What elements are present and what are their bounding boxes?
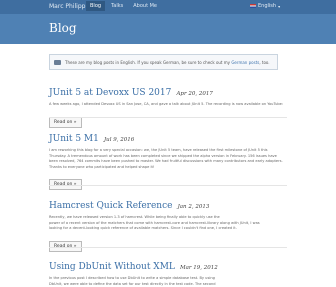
german-posts-link[interactable]: German posts (231, 60, 259, 65)
read-more-button[interactable]: Read on » (49, 240, 82, 252)
chevron-down-icon: ▾ (278, 3, 281, 9)
post-date: Mar 19, 2012 (179, 265, 218, 271)
post-date: Apr 20, 2017 (176, 91, 213, 97)
post-excerpt: I am reworking this blog for a very spec… (49, 148, 283, 169)
flag-icon (54, 59, 61, 65)
language-notice: These are my blog posts in English. If y… (49, 54, 278, 70)
divider (49, 185, 287, 186)
language-label: English (258, 3, 277, 9)
site-brand-link[interactable]: Marc Philipp (49, 3, 85, 10)
nav-item-blog[interactable]: Blog (86, 1, 106, 11)
post-excerpt: A few weeks ago, I attended Devoxx US in… (49, 102, 284, 106)
page-title: Blog (49, 21, 77, 35)
nav-item-talks[interactable]: Talks (107, 1, 127, 11)
notice-text: These are my blog posts in English. If y… (65, 59, 270, 65)
post-title-link[interactable]: JUnit 5 M1 (49, 134, 99, 144)
post-entry: Hamcrest Quick Reference Jan 2, 2013 Rec… (49, 193, 287, 252)
post-excerpt: Recently, we have released version 1.3 o… (49, 215, 260, 230)
post-title-link[interactable]: JUnit 5 at Devoxx US 2017 (49, 88, 171, 98)
post-entry: JUnit 5 at Devoxx US 2017 Apr 20, 2017 A… (49, 80, 287, 128)
post-entry: JUnit 5 M1 Jul 9, 2016 I am reworking th… (49, 126, 287, 190)
divider (49, 117, 287, 118)
flag-icon (250, 4, 256, 8)
post-date: Jan 2, 2013 (177, 204, 210, 210)
divider (49, 247, 287, 248)
main-nav: Blog Talks About Me (86, 1, 161, 11)
top-navigation-bar: Marc Philipp Blog Talks About Me English… (0, 0, 336, 14)
post-entry: Using DbUnit Without XML Mar 19, 2012 In… (49, 254, 287, 287)
post-title-link[interactable]: Hamcrest Quick Reference (49, 201, 172, 211)
language-selector[interactable]: English ▾ (250, 3, 280, 9)
post-date: Jul 9, 2016 (103, 137, 135, 143)
arrow-right-icon: » (73, 119, 77, 125)
post-title-link[interactable]: Using DbUnit Without XML (49, 262, 175, 272)
post-excerpt: In the previous post I described how to … (49, 276, 216, 286)
nav-item-about[interactable]: About Me (129, 1, 161, 11)
